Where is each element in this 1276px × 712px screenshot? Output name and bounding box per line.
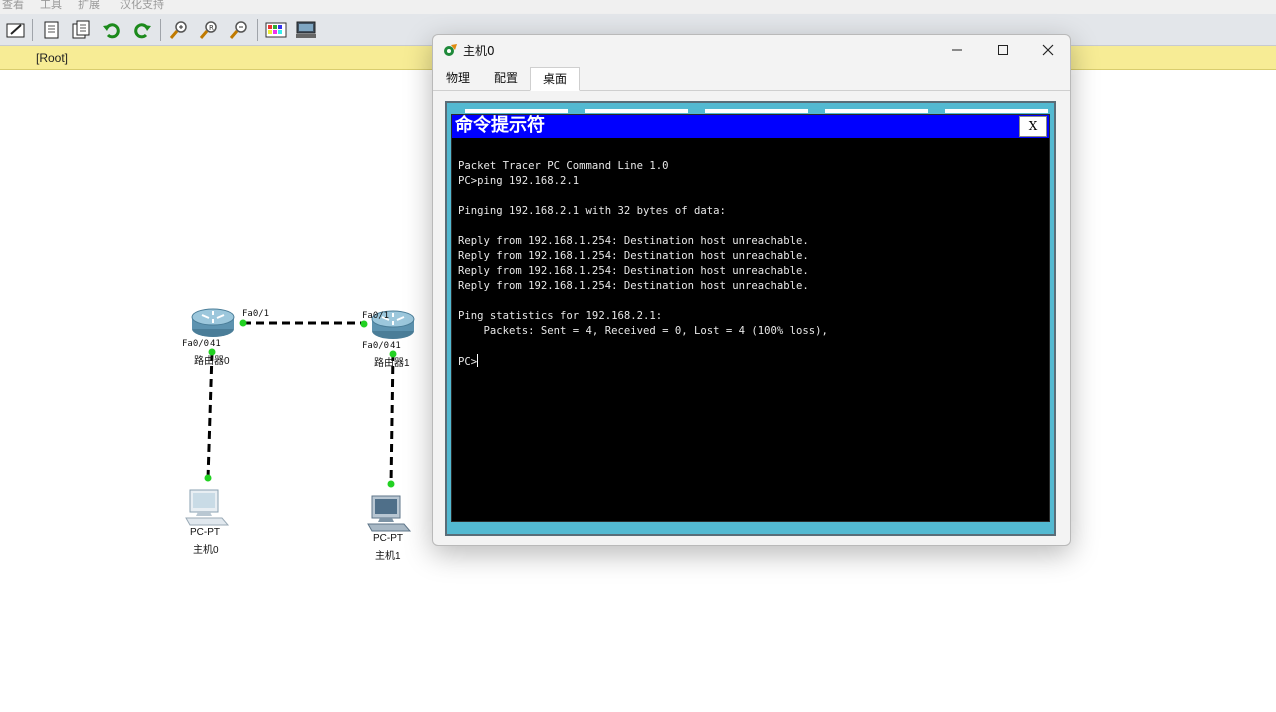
cmd-titlebar: 命令提示符 X <box>452 115 1049 138</box>
palette-icon[interactable] <box>265 19 287 41</box>
link-light <box>360 320 368 328</box>
menu-item-view[interactable]: 查看 <box>2 0 24 12</box>
terminal-line: PC>ping 192.168.2.1 <box>458 175 580 187</box>
router1-port-fa00: Fa0/0 <box>362 341 390 351</box>
close-icon <box>1042 44 1054 56</box>
tab-config[interactable]: 配置 <box>485 67 527 91</box>
terminal-line: Packet Tracer PC Command Line 1.0 <box>458 160 669 172</box>
terminal-line: Reply from 192.168.1.254: Destination ho… <box>458 280 809 292</box>
command-prompt-window: 命令提示符 X Packet Tracer PC Command Line 1.… <box>451 114 1050 522</box>
terminal-line: Pinging 192.168.2.1 with 32 bytes of dat… <box>458 205 726 217</box>
paste-icon[interactable] <box>70 19 92 41</box>
zoom-in-icon[interactable] <box>168 19 190 41</box>
router1-label[interactable]: 路由器1 <box>374 354 410 369</box>
maximize-button[interactable] <box>980 35 1026 65</box>
menu-bar: 查看 工具 扩展 汉化支持 <box>0 0 1276 14</box>
terminal-prompt-line[interactable]: PC> <box>458 354 1043 369</box>
link-light <box>387 480 395 488</box>
tab-desktop[interactable]: 桌面 <box>530 67 580 91</box>
link-light <box>204 474 212 482</box>
packet-tracer-window: 查看 工具 扩展 汉化支持 R [Root] Fa0/1 Fa0/0 41 路由… <box>0 0 1276 712</box>
pc1-type: PC-PT <box>373 533 403 544</box>
undo-icon[interactable] <box>101 19 123 41</box>
redo-icon[interactable] <box>131 19 153 41</box>
maximize-icon <box>998 45 1008 55</box>
pc1-icon[interactable] <box>366 494 412 534</box>
link-router1-pc1 <box>389 352 395 486</box>
router0-port-fa01: Fa0/1 <box>242 309 270 319</box>
new-icon[interactable] <box>5 19 27 41</box>
zoom-out-icon[interactable] <box>228 19 250 41</box>
minimize-icon <box>952 49 962 51</box>
text-cursor <box>477 354 479 367</box>
menu-item-tools[interactable]: 工具 <box>40 0 62 12</box>
dialog-tabs: 物理 配置 桌面 <box>433 65 1070 91</box>
close-button[interactable] <box>1025 35 1070 65</box>
dialog-titlebar[interactable]: 主机0 <box>433 35 1070 65</box>
terminal-prompt: PC> <box>458 356 478 368</box>
router1-port-fa01: Fa0/1 <box>362 311 390 321</box>
svg-text:R: R <box>209 24 214 32</box>
terminal-line: Ping statistics for 192.168.2.1: <box>458 310 663 322</box>
packet-tracer-icon <box>444 44 457 56</box>
copy-icon[interactable] <box>40 19 62 41</box>
link-router0-pc0 <box>206 352 214 480</box>
dialog-title: 主机0 <box>463 44 495 58</box>
minimize-button[interactable] <box>934 35 980 65</box>
terminal-line: Reply from 192.168.1.254: Destination ho… <box>458 235 809 247</box>
root-label[interactable]: [Root] <box>36 51 68 65</box>
terminal-line: Reply from 192.168.1.254: Destination ho… <box>458 250 809 262</box>
pc0-icon[interactable] <box>184 488 230 528</box>
router0-icon[interactable] <box>190 307 236 339</box>
terminal-line: Packets: Sent = 4, Received = 0, Lost = … <box>458 325 828 337</box>
zoom-reset-icon[interactable]: R <box>198 19 220 41</box>
cmd-title: 命令提示符 <box>455 115 545 136</box>
tab-physical[interactable]: 物理 <box>437 67 479 91</box>
terminal-line: Reply from 192.168.1.254: Destination ho… <box>458 265 809 277</box>
pc1-label[interactable]: 主机1 <box>375 547 401 562</box>
pc0-type: PC-PT <box>190 527 220 538</box>
menu-item-localization[interactable]: 汉化支持 <box>120 0 164 12</box>
link-light <box>239 319 247 327</box>
pc-device-dialog: 主机0 物理 配置 桌面 命令提示符 X Packet Tracer PC Co… <box>432 34 1071 546</box>
router0-label[interactable]: 路由器0 <box>194 352 230 367</box>
menu-item-extensions[interactable]: 扩展 <box>78 0 100 12</box>
router0-port-fa00: Fa0/0 <box>182 339 210 349</box>
desktop-panel: 命令提示符 X Packet Tracer PC Command Line 1.… <box>445 101 1056 536</box>
pc0-label[interactable]: 主机0 <box>193 541 219 556</box>
device-dialog-icon[interactable] <box>295 19 317 41</box>
cmd-close-button[interactable]: X <box>1019 116 1047 137</box>
terminal-output[interactable]: Packet Tracer PC Command Line 1.0 PC>ping… <box>458 159 1043 511</box>
